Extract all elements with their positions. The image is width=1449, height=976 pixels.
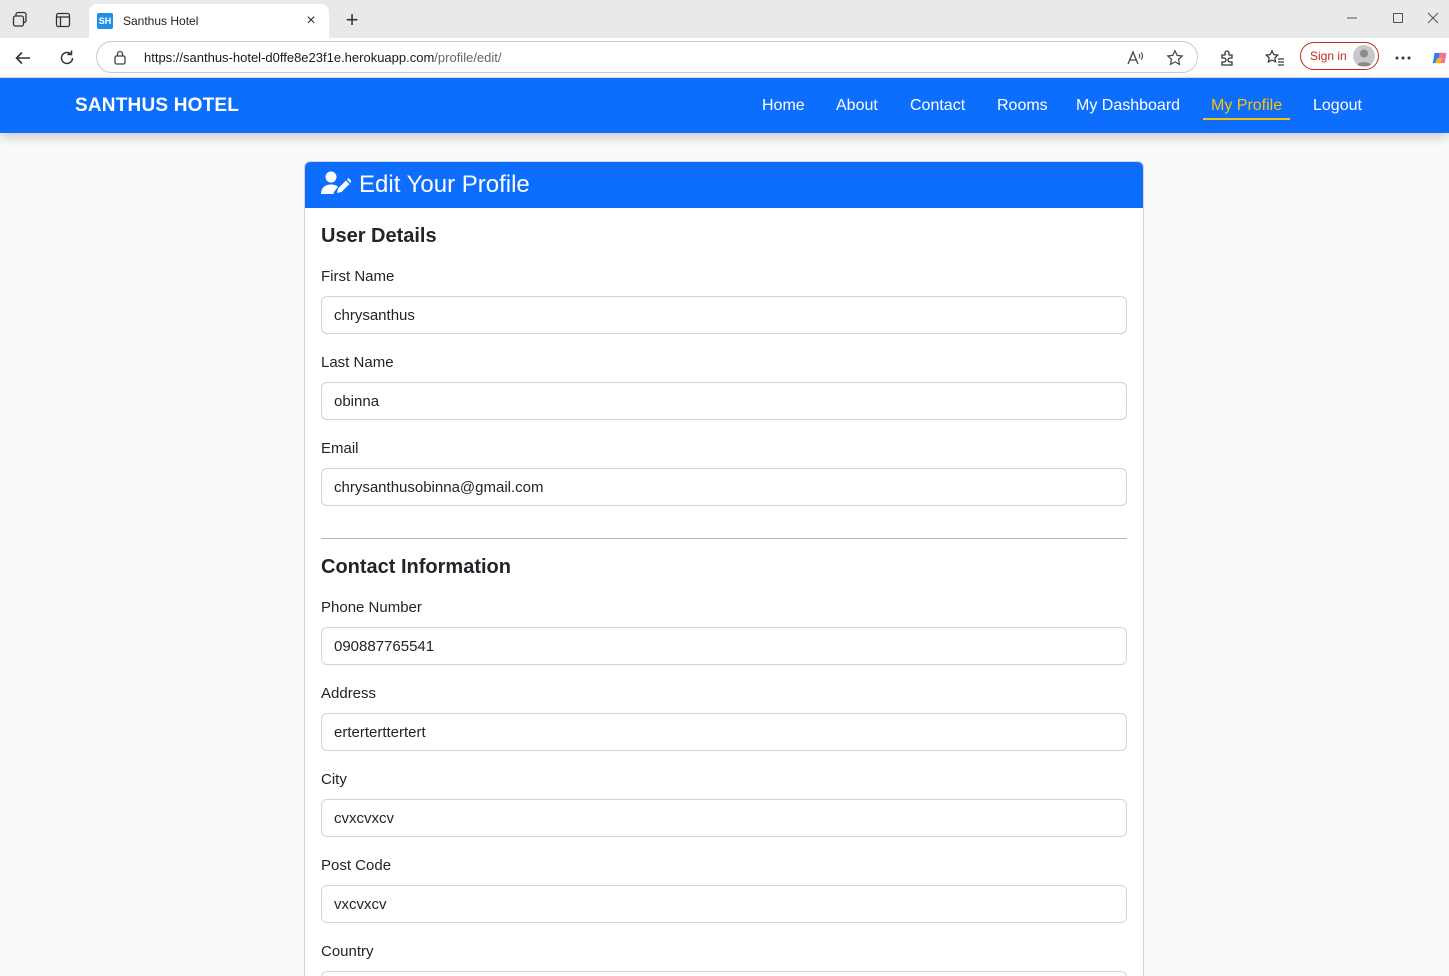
sign-in-button[interactable]: Sign in [1300,42,1379,70]
browser-address-bar: https://santhus-hotel-d0ffe8e23f1e.herok… [0,38,1449,78]
last-name-label: Last Name [321,354,394,371]
back-icon[interactable] [10,45,36,71]
workspaces-icon[interactable] [9,8,33,32]
card-header: Edit Your Profile [305,162,1143,208]
city-label: City [321,771,347,788]
user-edit-icon [321,171,352,200]
url-text: https://santhus-hotel-d0ffe8e23f1e.herok… [144,50,502,65]
section-divider [321,538,1127,539]
read-aloud-icon[interactable] [1124,47,1146,69]
email-label: Email [321,440,359,457]
url-field[interactable]: https://santhus-hotel-d0ffe8e23f1e.herok… [96,41,1198,73]
minimize-icon[interactable] [1337,6,1367,30]
user-details-heading: User Details [321,225,437,247]
favorites-icon[interactable] [1262,45,1288,71]
tab-title: Santhus Hotel [123,14,199,28]
address-label: Address [321,685,377,702]
browser-tab-bar: SH Santhus Hotel × + [0,0,1449,38]
tab-close-icon[interactable]: × [303,12,319,30]
edit-profile-card: Edit Your Profile User Details First Nam… [304,161,1144,976]
brand-logo[interactable]: SANTHUS HOTEL [75,95,239,117]
sign-in-label: Sign in [1310,49,1347,63]
post-code-label: Post Code [321,857,392,874]
city-input[interactable] [321,799,1127,837]
close-window-icon[interactable] [1418,6,1448,30]
last-name-input[interactable] [321,382,1127,420]
nav-logout[interactable]: Logout [1313,97,1362,115]
nav-my-dashboard[interactable]: My Dashboard [1076,97,1180,115]
profile-avatar-icon [1353,45,1375,67]
phone-number-label: Phone Number [321,599,422,616]
first-name-input[interactable] [321,296,1127,334]
card-title: Edit Your Profile [359,171,530,198]
copilot-icon[interactable] [1432,45,1449,71]
nav-about[interactable]: About [836,97,878,115]
email-input[interactable] [321,468,1127,506]
phone-number-input[interactable] [321,627,1127,665]
maximize-icon[interactable] [1383,6,1413,30]
nav-contact[interactable]: Contact [910,97,965,115]
vertical-tabs-icon[interactable] [51,8,75,32]
url-host: https://santhus-hotel-d0ffe8e23f1e.herok… [144,50,435,65]
contact-information-heading: Contact Information [321,556,511,578]
address-input[interactable] [321,713,1127,751]
nav-rooms[interactable]: Rooms [997,97,1048,115]
favorite-star-icon[interactable] [1164,47,1186,69]
country-input[interactable] [321,971,1127,976]
nav-my-profile[interactable]: My Profile [1203,97,1291,120]
first-name-label: First Name [321,268,395,285]
nav-home[interactable]: Home [762,97,805,115]
site-favicon: SH [97,13,113,29]
new-tab-icon[interactable]: + [340,8,364,32]
lock-icon[interactable] [113,49,127,70]
refresh-icon[interactable] [54,45,80,71]
extensions-icon[interactable] [1214,45,1240,71]
browser-tab[interactable]: SH Santhus Hotel × [89,4,329,38]
post-code-input[interactable] [321,885,1127,923]
country-label: Country [321,943,374,960]
more-options-icon[interactable] [1390,45,1416,71]
url-path: /profile/edit/ [434,50,502,65]
site-navbar: SANTHUS HOTEL Home About Contact Rooms M… [0,78,1449,133]
